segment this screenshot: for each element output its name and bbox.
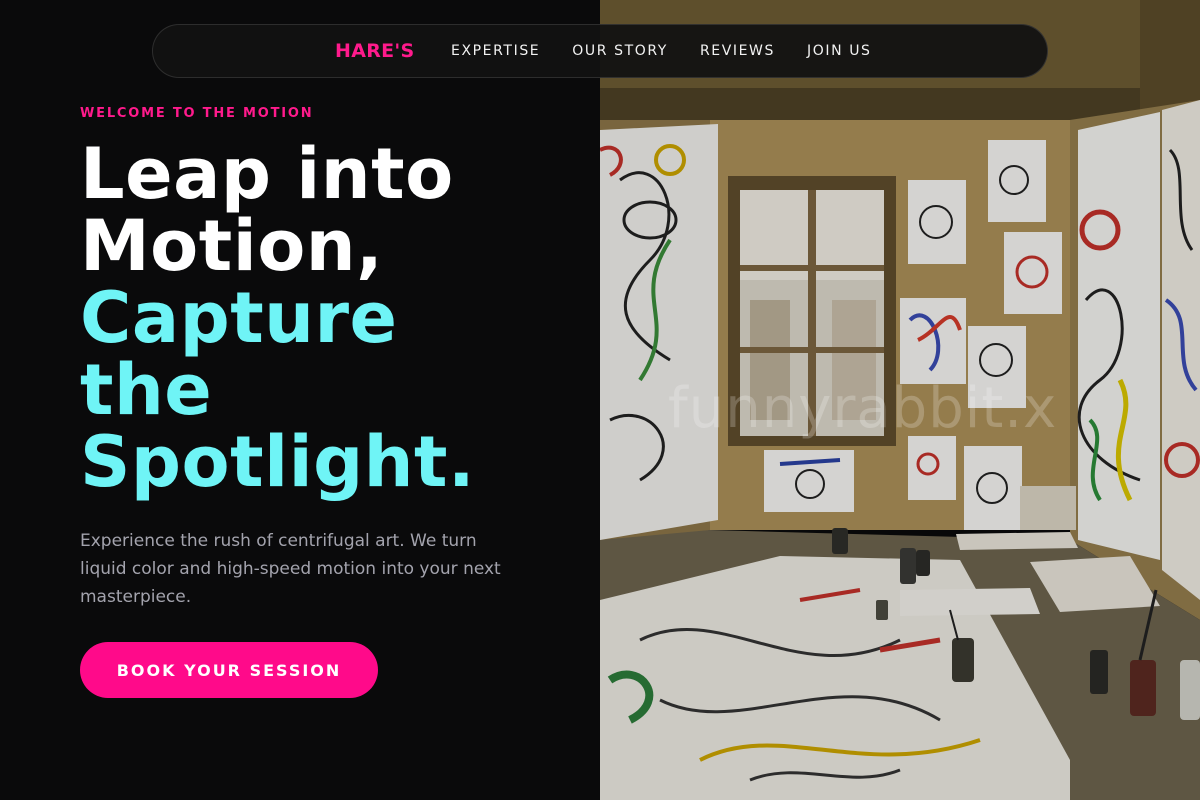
hero-eyebrow: WELCOME TO THE MOTION (80, 106, 314, 121)
hero-description: Experience the rush of centrifugal art. … (80, 531, 501, 607)
headline-line: Leap into (80, 133, 454, 215)
brand-logo[interactable]: HARE'S (335, 40, 415, 62)
hero-studio-image: funnyrabbit.x (600, 0, 1200, 800)
nav-link-expertise[interactable]: EXPERTISE (451, 43, 540, 59)
book-session-button[interactable]: BOOK YOUR SESSION (80, 642, 378, 698)
hero-headline: Leap into Motion, Capture the Spotlight. (80, 138, 580, 498)
headline-line: Motion, (80, 205, 384, 287)
headline-highlight-line: Spotlight. (80, 421, 476, 503)
nav-link-our-story[interactable]: OUR STORY (572, 43, 668, 59)
top-nav: HARE'S EXPERTISE OUR STORY REVIEWS JOIN … (152, 24, 1048, 78)
headline-highlight-line: Capture (80, 277, 398, 359)
nav-link-reviews[interactable]: REVIEWS (700, 43, 775, 59)
headline-highlight-line: the (80, 349, 213, 431)
landing-page: WELCOME TO THE MOTION Leap into Motion, … (0, 0, 1200, 800)
hero-text-panel: WELCOME TO THE MOTION Leap into Motion, … (0, 0, 600, 800)
nav-links: EXPERTISE OUR STORY REVIEWS JOIN US (451, 43, 904, 59)
image-watermark: funnyrabbit.x (668, 376, 1058, 441)
nav-link-join-us[interactable]: JOIN US (807, 43, 872, 59)
